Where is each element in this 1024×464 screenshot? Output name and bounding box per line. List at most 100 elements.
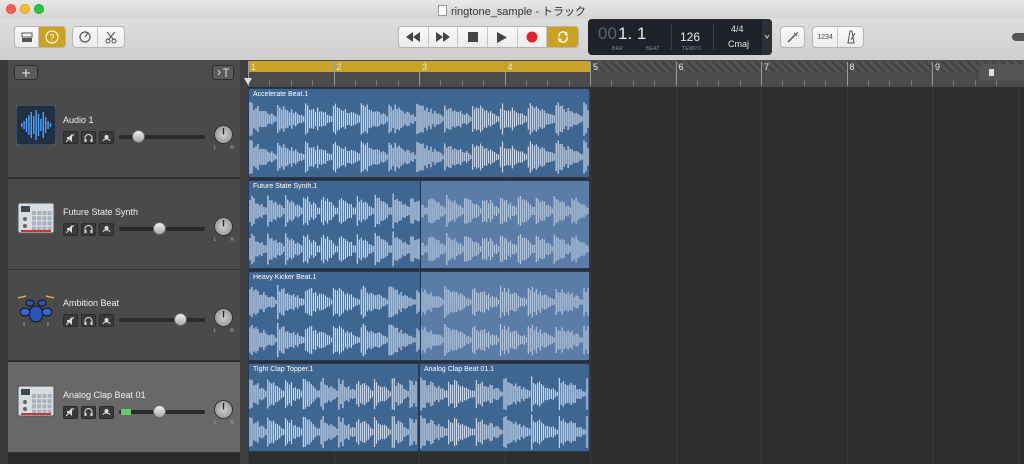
ruler-bar-line	[761, 62, 762, 86]
mute-icon	[66, 225, 75, 233]
zoom-slider[interactable]	[979, 64, 1024, 80]
volume-slider[interactable]	[119, 221, 205, 235]
smart-controls-button[interactable]	[73, 27, 99, 47]
track-name[interactable]: Future State Synth	[63, 207, 138, 217]
region[interactable]: Analog Clap Beat 01.1	[419, 362, 590, 452]
record-enable-button[interactable]	[99, 222, 114, 236]
record-enable-icon	[102, 317, 111, 324]
mute-icon	[66, 316, 75, 325]
library-button[interactable]	[15, 27, 40, 47]
track-name[interactable]: Audio 1	[63, 115, 94, 125]
stop-icon	[467, 32, 478, 42]
record-enable-button[interactable]	[99, 131, 114, 144]
metronome-button[interactable]	[838, 27, 863, 47]
ruler-bar-number: 2	[336, 62, 342, 72]
mute-button[interactable]	[63, 222, 78, 236]
ruler-beat-tick	[974, 80, 976, 86]
ruler-beat-tick	[718, 80, 720, 86]
volume-slider[interactable]	[119, 130, 205, 143]
add-track-button[interactable]	[14, 65, 38, 80]
region-loop-section[interactable]	[420, 180, 589, 268]
help-icon: ?	[45, 30, 59, 44]
solo-button[interactable]	[81, 222, 96, 236]
zoom-slider-thumb[interactable]	[989, 69, 994, 76]
pan-knob[interactable]	[214, 125, 233, 144]
pan-knob[interactable]	[214, 216, 233, 236]
volume-slider-thumb[interactable]	[131, 130, 145, 143]
track-header-options-button[interactable]	[212, 65, 234, 80]
fast-forward-button[interactable]	[429, 27, 459, 47]
ruler-bar-line	[590, 62, 591, 86]
playhead-icon	[244, 78, 252, 85]
region-loop-section[interactable]	[420, 272, 589, 360]
volume-slider-thumb[interactable]	[153, 404, 167, 418]
pan-knob[interactable]	[214, 308, 233, 327]
track-header[interactable]: Ambition Beat LR	[8, 270, 240, 361]
solo-button[interactable]	[81, 131, 96, 144]
grid-line	[1017, 87, 1019, 464]
mute-button[interactable]	[63, 131, 78, 144]
solo-button[interactable]	[81, 405, 96, 419]
lcd-menu-button[interactable]	[762, 19, 772, 55]
track-buttons	[63, 314, 114, 327]
drum-kit-icon[interactable]	[16, 288, 56, 328]
cycle-button[interactable]	[547, 27, 578, 47]
track-header[interactable]: Future State Synth LR	[8, 178, 240, 270]
play-button[interactable]	[488, 27, 518, 47]
quick-help-button[interactable]: ?	[39, 27, 65, 47]
stop-button[interactable]	[458, 27, 489, 47]
pan-labels: LR	[214, 236, 234, 243]
ruler-bar-line	[419, 62, 420, 86]
region[interactable]: Future State Synth.1	[248, 179, 590, 269]
ruler-beat-tick	[910, 80, 912, 86]
region[interactable]: Accelerate Beat.1	[248, 88, 590, 178]
pan-knob[interactable]	[214, 399, 233, 419]
mute-button[interactable]	[63, 405, 78, 419]
lcd-display[interactable]: 00 1. 1 BAR BEAT 126 TEMPO 4/4 Cmaj	[588, 19, 772, 55]
lcd-tempo-label: TEMPO	[682, 46, 702, 52]
track-name[interactable]: Ambition Beat	[63, 298, 119, 308]
record-enable-icon	[102, 226, 111, 233]
mute-button[interactable]	[63, 314, 78, 327]
library-icon	[21, 32, 33, 42]
editors-button[interactable]	[98, 27, 124, 47]
lcd-bar-leading: 00	[598, 24, 617, 43]
tuner-button[interactable]	[780, 26, 805, 48]
volume-slider-thumb[interactable]	[153, 221, 167, 235]
title-bar: ringtone_sample - トラック	[0, 0, 1024, 19]
playhead[interactable]	[244, 73, 252, 85]
region-name: Accelerate Beat.1	[253, 91, 309, 98]
ruler-beat-tick	[397, 80, 399, 86]
record-enable-button[interactable]	[99, 314, 114, 327]
ruler-beat-tick	[354, 80, 356, 86]
ruler-beat-tick	[739, 80, 741, 86]
pan-indicator	[222, 128, 225, 135]
count-in-button[interactable]: 1234	[813, 27, 839, 47]
track-header[interactable]: Analog Clap Beat 01 LR	[8, 361, 240, 453]
drum-machine-icon[interactable]	[16, 197, 56, 237]
volume-slider-thumb[interactable]	[174, 313, 188, 326]
track-name[interactable]: Analog Clap Beat 01	[63, 390, 146, 400]
master-volume-knob[interactable]	[1012, 33, 1024, 41]
volume-slider[interactable]	[119, 313, 205, 326]
ruler-bar-line	[675, 62, 677, 86]
ruler-beat-tick	[953, 80, 955, 86]
solo-button[interactable]	[81, 314, 96, 327]
plus-icon	[22, 69, 30, 77]
pan-labels: LR	[214, 145, 234, 151]
ruler-beat-tick	[654, 80, 656, 86]
track-header[interactable]: Audio 1 LR	[8, 87, 240, 178]
record-enable-button[interactable]	[99, 405, 114, 419]
volume-slider[interactable]	[119, 404, 205, 418]
drum-machine-icon[interactable]	[16, 380, 56, 420]
region[interactable]: Tight Clap Topper.1	[248, 362, 419, 452]
record-icon	[526, 31, 538, 43]
ruler-beat-tick	[568, 80, 570, 86]
record-button[interactable]	[518, 27, 548, 47]
region[interactable]: Heavy Kicker Beat.1	[248, 271, 590, 361]
waveform-icon[interactable]	[15, 104, 57, 146]
track-header-strip	[8, 60, 240, 88]
headphones-icon	[84, 316, 93, 325]
rewind-button[interactable]	[399, 27, 429, 47]
ruler-beat-tick	[611, 80, 613, 86]
